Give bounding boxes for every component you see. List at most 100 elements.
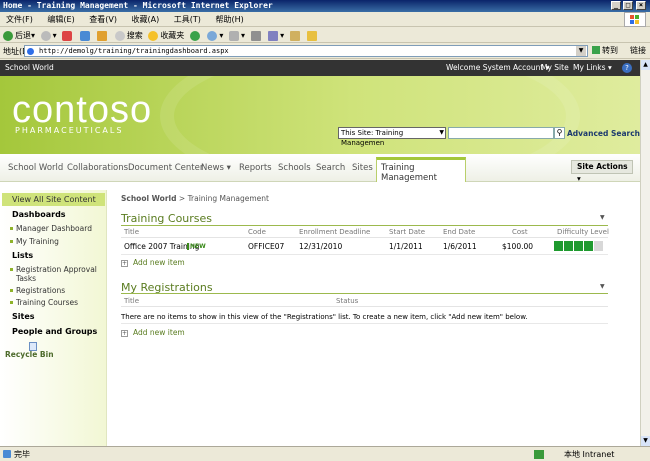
nav-tab-document-center[interactable]: Document Center — [128, 163, 203, 173]
nav-tab-active-label: Training Management — [381, 163, 437, 183]
menu-favorites[interactable]: 收藏(A) — [132, 12, 160, 27]
registrations-add-new-item[interactable]: + Add new item — [121, 328, 185, 337]
add-icon: + — [121, 330, 128, 337]
my-site-link[interactable]: My Site — [541, 60, 569, 76]
messenger-button[interactable] — [307, 28, 319, 43]
menubar: 文件(F) 编辑(E) 查看(V) 收藏(A) 工具(T) 帮助(H) — [0, 12, 650, 27]
webpart-menu-icon[interactable]: ▼ — [600, 214, 605, 221]
menu-help[interactable]: 帮助(H) — [215, 12, 243, 27]
discuss-button[interactable] — [289, 28, 302, 43]
mail-button[interactable]: ▾ — [228, 28, 245, 43]
go-button[interactable]: 转到 — [592, 45, 626, 57]
global-nav: School World Collaborations Document Cen… — [0, 154, 640, 183]
recycle-bin-link[interactable]: Recycle Bin — [5, 350, 54, 359]
site-logo-subtitle: PHARMACEUTICALS — [15, 126, 124, 135]
scroll-down-icon[interactable]: ▼ — [641, 436, 650, 446]
refresh-button[interactable] — [79, 28, 92, 43]
leftnav-item-manager-dashboard[interactable]: Manager Dashboard — [10, 224, 92, 233]
menu-view[interactable]: 查看(V) — [89, 12, 117, 27]
column-header-start-date[interactable]: Start Date — [389, 228, 425, 236]
help-icon[interactable]: ? — [622, 63, 632, 73]
welcome-menu[interactable]: Welcome System Account ▾ — [446, 60, 549, 76]
address-dropdown-button[interactable]: ▼ — [576, 46, 586, 56]
scroll-up-icon[interactable]: ▲ — [641, 60, 650, 70]
registrations-column-title[interactable]: Title — [124, 297, 139, 305]
history-button[interactable]: ▾ — [207, 28, 223, 43]
difficulty-box — [594, 241, 603, 251]
maximize-button[interactable]: □ — [623, 1, 633, 10]
my-links-menu[interactable]: My Links ▾ — [573, 60, 612, 76]
search-scope-select[interactable]: This Site: Training Managemen ▼ — [338, 127, 446, 147]
address-input[interactable]: http://demolg/training/trainingdashboard… — [24, 45, 588, 57]
registrations-column-status[interactable]: Status — [336, 297, 358, 305]
courses-add-new-item[interactable]: + Add new item — [121, 258, 185, 267]
training-courses-title[interactable]: Training Courses — [121, 212, 212, 225]
column-header-cost[interactable]: Cost — [512, 228, 528, 236]
search-icon — [114, 30, 125, 41]
site-link[interactable]: School World — [5, 60, 54, 76]
breadcrumb-separator: > — [178, 194, 186, 203]
row-divider — [121, 323, 608, 324]
site-actions-menu[interactable]: Site Actions ▾ — [571, 160, 633, 183]
header-divider — [121, 237, 608, 238]
training-courses-divider — [121, 225, 608, 226]
column-header-difficulty-level[interactable]: Difficulty Level — [557, 228, 609, 236]
search-go-icon[interactable]: ⚲ — [554, 127, 565, 139]
course-start-date: 1/1/2011 — [389, 242, 423, 251]
leftnav-item-registrations[interactable]: Registrations — [9, 286, 65, 295]
nav-tab-sites[interactable]: Sites — [352, 163, 373, 173]
nav-tab-school-world[interactable]: School World — [8, 163, 63, 173]
search-button[interactable]: 搜索 — [114, 28, 143, 43]
nav-tab-news[interactable]: News ▾ — [201, 163, 231, 173]
edit-button[interactable]: ▾ — [268, 28, 284, 43]
column-header-title[interactable]: Title — [124, 228, 139, 236]
nav-tab-collaborations[interactable]: Collaborations — [67, 163, 128, 173]
forward-button[interactable]: ▾ — [40, 28, 57, 43]
favorites-button[interactable]: 收藏夹 — [148, 28, 184, 43]
difficulty-box — [564, 241, 573, 251]
back-button[interactable]: 后退 ▾ — [3, 28, 35, 43]
go-label: 转到 — [602, 46, 618, 55]
leftnav-item-registration-approval-tasks[interactable]: Registration Approval Tasks — [10, 265, 102, 283]
site-logo[interactable]: contoso — [12, 90, 152, 130]
nav-tab-schools[interactable]: Schools — [278, 163, 311, 173]
minimize-button[interactable]: _ — [611, 1, 621, 10]
home-button[interactable] — [97, 28, 109, 43]
links-button[interactable]: 链接 — [630, 45, 646, 57]
search-input[interactable] — [448, 127, 554, 139]
leftnav-item-my-training[interactable]: My Training — [10, 237, 59, 246]
nav-tab-reports[interactable]: Reports — [239, 163, 272, 173]
menu-edit[interactable]: 编辑(E) — [47, 12, 74, 27]
menu-file[interactable]: 文件(F) — [6, 12, 33, 27]
column-header-code[interactable]: Code — [248, 228, 266, 236]
menu-tools[interactable]: 工具(T) — [174, 12, 201, 27]
course-end-date: 1/6/2011 — [443, 242, 477, 251]
zone-icon — [534, 450, 544, 459]
leftnav-heading-people-and-groups[interactable]: People and Groups — [12, 327, 97, 336]
print-button[interactable] — [250, 28, 263, 43]
leftnav-heading-dashboards[interactable]: Dashboards — [12, 210, 66, 219]
nav-tab-search[interactable]: Search — [316, 163, 345, 173]
search-label: 搜索 — [126, 31, 143, 40]
edit-icon — [268, 30, 279, 41]
leftnav-item-training-courses[interactable]: Training Courses — [9, 298, 78, 307]
webpart-menu-icon[interactable]: ▼ — [600, 283, 605, 290]
go-arrow-icon — [592, 46, 600, 54]
leftnav-heading-sites[interactable]: Sites — [12, 312, 35, 321]
stop-button[interactable] — [62, 28, 74, 43]
column-header-end-date[interactable]: End Date — [443, 228, 475, 236]
my-links-label: My Links — [573, 63, 606, 72]
nav-tab-news-label: News — [201, 163, 224, 173]
close-button[interactable]: × — [636, 1, 646, 10]
add-icon: + — [121, 260, 128, 267]
difficulty-box — [584, 241, 593, 251]
breadcrumb-root[interactable]: School World — [121, 194, 176, 203]
view-all-site-content-link[interactable]: View All Site Content — [2, 193, 105, 206]
registrations-empty-message: There are no items to show in this view … — [121, 313, 528, 321]
vertical-scrollbar[interactable]: ▲ ▼ — [640, 60, 650, 446]
media-button[interactable] — [189, 28, 202, 43]
leftnav-heading-lists[interactable]: Lists — [12, 251, 33, 260]
column-header-enrollment-deadline[interactable]: Enrollment Deadline — [299, 228, 370, 236]
nav-tab-training-management[interactable]: Training Management — [376, 157, 466, 183]
advanced-search-link[interactable]: Advanced Search — [567, 129, 640, 138]
